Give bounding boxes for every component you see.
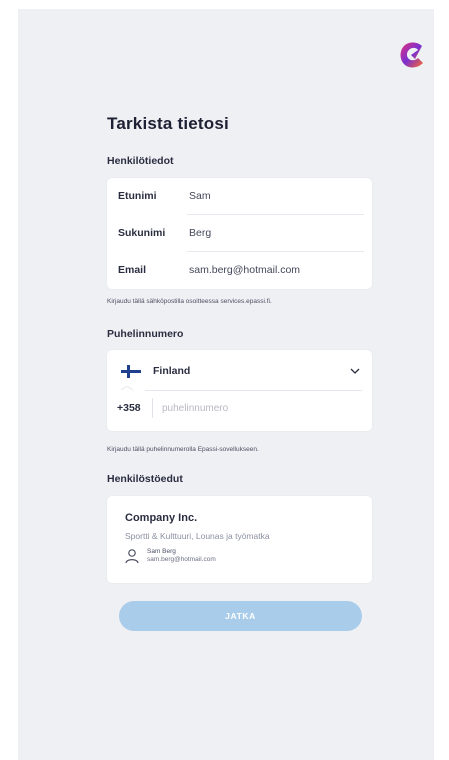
email-login-hint: Kirjaudu tällä sähköpostilla osoitteessa… (107, 298, 272, 305)
email-row: Email sam.berg@hotmail.com (117, 252, 364, 288)
email-label: Email (118, 264, 147, 276)
finland-flag-icon (121, 364, 141, 378)
chevron-down-icon[interactable] (348, 364, 362, 378)
benefit-card: Company Inc. Sportti & Kulttuuri, Lounas… (107, 496, 372, 583)
firstname-value: Sam (189, 190, 211, 202)
prefix-separator (152, 398, 153, 418)
country-code: +358 (117, 402, 141, 414)
person-name: Sam Berg (147, 548, 176, 555)
continue-button[interactable]: JATKA (119, 601, 362, 631)
email-value: sam.berg@hotmail.com (189, 264, 301, 276)
phone-login-hint: Kirjaudu tällä puhelinnumerolla Epassi-s… (107, 446, 259, 453)
benefit-list: Sportti & Kulttuuri, Lounas ja työmatka (125, 531, 270, 541)
person-email: sam.berg@hotmail.com (147, 556, 216, 563)
country-select[interactable]: Finland (119, 360, 362, 382)
user-icon (125, 549, 139, 564)
personal-info-card: Etunimi Sam Sukunimi Berg Email sam.berg… (107, 178, 372, 289)
benefits-heading: Henkilöstöedut (107, 473, 183, 485)
phone-number-input[interactable] (162, 399, 342, 417)
benefit-person: Sam Berg sam.berg@hotmail.com (125, 548, 216, 564)
brand-logo-icon (400, 42, 423, 68)
lastname-row: Sukunimi Berg (117, 215, 364, 251)
firstname-row: Etunimi Sam (117, 178, 364, 214)
country-name: Finland (153, 365, 191, 377)
dropdown-notch-icon (121, 386, 133, 391)
firstname-label: Etunimi (118, 190, 157, 202)
phone-divider (145, 390, 362, 391)
personal-info-heading: Henkilötiedot (107, 155, 174, 167)
lastname-label: Sukunimi (118, 227, 166, 239)
phone-heading: Puhelinnumero (107, 328, 184, 340)
company-name: Company Inc. (125, 512, 198, 524)
phone-card: Finland +358 (107, 350, 372, 431)
lastname-value: Berg (189, 227, 212, 239)
page-title: Tarkista tietosi (107, 114, 229, 133)
